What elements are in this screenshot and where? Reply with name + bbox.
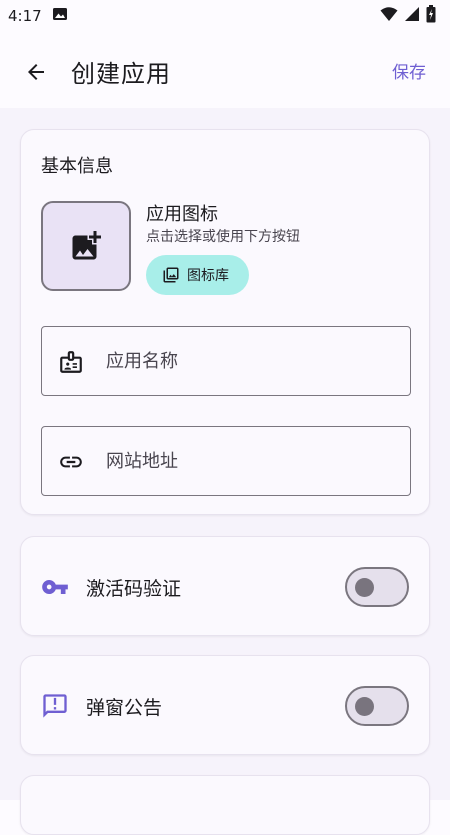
switch-thumb bbox=[355, 578, 374, 597]
content-area: 基本信息 应用图标 点击选择或使用下方按钮 图标库 应用名称 网站地址 激活码验… bbox=[0, 108, 450, 835]
app-icon-hint: 点击选择或使用下方按钮 bbox=[146, 229, 300, 245]
activation-code-label: 激活码验证 bbox=[86, 578, 182, 600]
badge-icon bbox=[60, 351, 82, 373]
photo-library-icon bbox=[163, 267, 179, 283]
app-bar: 创建应用 保存 bbox=[0, 32, 450, 108]
website-url-input[interactable] bbox=[106, 427, 396, 495]
signal-icon bbox=[404, 6, 420, 26]
app-name-input[interactable] bbox=[106, 327, 396, 395]
battery-icon bbox=[426, 5, 436, 27]
activation-code-card: 激活码验证 bbox=[20, 536, 430, 636]
key-icon bbox=[42, 580, 68, 594]
add-photo-icon bbox=[72, 231, 101, 260]
status-bar: 4:17 bbox=[0, 0, 450, 32]
arrow-back-icon bbox=[28, 64, 44, 80]
app-icon-label: 应用图标 bbox=[146, 204, 218, 225]
section-title: 基本信息 bbox=[41, 156, 113, 177]
icon-library-label: 图标库 bbox=[187, 268, 229, 284]
app-icon-picker[interactable] bbox=[41, 201, 131, 291]
switch-thumb bbox=[355, 697, 374, 716]
basic-info-card: 基本信息 应用图标 点击选择或使用下方按钮 图标库 bbox=[20, 129, 430, 515]
website-url-field bbox=[41, 426, 411, 496]
app-name-field bbox=[41, 326, 411, 396]
activation-code-switch[interactable] bbox=[345, 567, 409, 607]
save-button[interactable]: 保存 bbox=[392, 58, 426, 83]
next-card bbox=[20, 775, 430, 835]
page-title: 创建应用 bbox=[71, 60, 171, 88]
popup-announcement-card: 弹窗公告 bbox=[20, 655, 430, 755]
announcement-icon bbox=[43, 694, 67, 718]
popup-announcement-switch[interactable] bbox=[345, 686, 409, 726]
popup-announcement-label: 弹窗公告 bbox=[86, 697, 163, 719]
icon-library-button[interactable]: 图标库 bbox=[146, 255, 249, 295]
status-time: 4:17 bbox=[8, 7, 42, 25]
gallery-notification-icon bbox=[52, 6, 68, 26]
back-button[interactable] bbox=[16, 52, 56, 92]
link-icon bbox=[60, 456, 82, 468]
wifi-icon bbox=[380, 6, 398, 26]
